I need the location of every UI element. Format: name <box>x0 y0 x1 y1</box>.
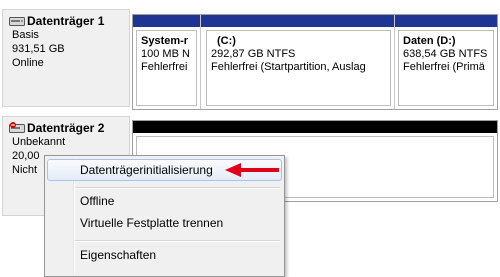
menu-separator <box>75 240 280 242</box>
red-arrow-left-icon <box>225 163 279 177</box>
hard-disk-icon <box>9 15 25 27</box>
disk-type: Basis <box>12 29 39 41</box>
menu-item-detach-vhd[interactable]: Virtuelle Festplatte trennen <box>47 212 282 234</box>
menu-item-properties[interactable]: Eigenschaften <box>47 244 282 266</box>
partition-system-reserved[interactable]: System-r 100 MB N Fehlerfrei <box>133 15 201 109</box>
disk-1-info[interactable]: Datenträger 1 Basis 931,51 GB Online <box>2 9 130 107</box>
menu-separator <box>75 187 280 189</box>
disk-size: 931,51 GB <box>12 43 65 55</box>
partition-bar <box>133 121 497 133</box>
partition-title: System-r <box>141 35 189 47</box>
partition-size: 292,87 GB NTFS <box>211 48 296 60</box>
menu-item-offline[interactable]: Offline <box>47 190 282 212</box>
partition-status: Fehlerfrei (Startpartition, Auslag <box>211 61 366 73</box>
disk-status: Online <box>12 57 44 69</box>
partition-bar <box>133 15 200 27</box>
disk-1-partitions: System-r 100 MB N Fehlerfrei (C:) 292,87… <box>132 14 498 110</box>
disk-type: Unbekannt <box>12 136 66 148</box>
partition-c[interactable]: (C:) 292,87 GB NTFS Fehlerfrei (Startpar… <box>201 15 395 109</box>
uninitialized-disk-icon <box>9 122 25 134</box>
disk-name: Datenträger 2 <box>27 121 105 135</box>
partition-bar <box>395 15 497 27</box>
partition-title: Daten (D:) <box>403 35 456 47</box>
partition-size: 100 MB N <box>141 48 190 60</box>
partition-status: Fehlerfrei <box>141 61 188 73</box>
partition-title: (C:) <box>217 35 236 47</box>
partition-size: 638,54 GB NTFS <box>403 48 488 60</box>
disk-name: Datenträger 1 <box>27 14 105 28</box>
partition-bar <box>201 15 394 27</box>
disk-management-area: Datenträger 1 Basis 931,51 GB Online Sys… <box>0 0 500 277</box>
partition-status: Fehlerfrei (Primä <box>403 61 485 73</box>
partition-d[interactable]: Daten (D:) 638,54 GB NTFS Fehlerfrei (Pr… <box>395 15 497 109</box>
